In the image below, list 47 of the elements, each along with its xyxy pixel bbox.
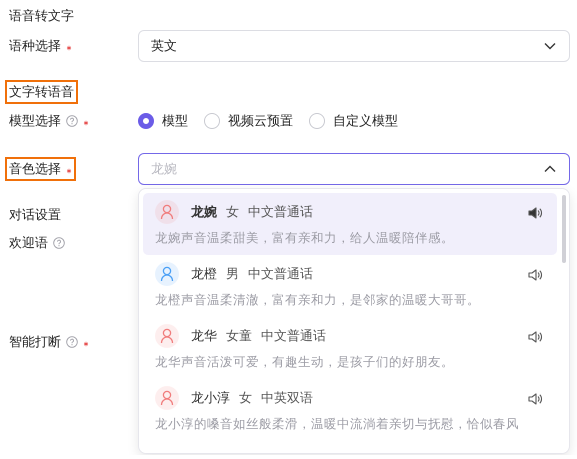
radio-option[interactable]: 视频云预置	[204, 112, 293, 130]
voice-gender: 女童	[226, 328, 252, 345]
speaker-icon[interactable]	[527, 205, 543, 221]
help-icon[interactable]	[53, 237, 65, 249]
field-label: 智能打断	[9, 334, 61, 351]
voice-language: 中文普通话	[248, 204, 313, 221]
voice-description: 龙华声音活泼可爱，有趣生动，是孩子们的好朋友。	[155, 354, 455, 371]
radio-circle[interactable]	[204, 113, 220, 129]
voice-option[interactable]: 龙华 女童 中文普通话 龙华声音活泼可爱，有趣生动，是孩子们的好朋友。	[143, 317, 557, 379]
section-heading: 文字转语音	[5, 80, 78, 104]
voice-name: 龙小淳	[191, 390, 230, 407]
select-field[interactable]: 英文	[138, 30, 570, 62]
required-asterisk-icon	[83, 340, 89, 346]
voice-gender: 女	[226, 204, 239, 221]
voice-option[interactable]: 龙婉 女 中文普通话 龙婉声音温柔甜美，富有亲和力，给人温暖陪伴感。	[143, 193, 557, 255]
voice-language: 中文普通话	[248, 266, 313, 283]
speaker-icon[interactable]	[527, 267, 543, 283]
radio-option[interactable]: 模型	[138, 112, 188, 130]
field-label: 音色选择	[9, 161, 61, 178]
radio-circle[interactable]	[309, 113, 325, 129]
field-label: 语种选择	[9, 38, 61, 55]
voice-name: 龙华	[191, 328, 217, 345]
field-label: 模型选择	[9, 113, 61, 130]
voice-description: 龙小淳的嗓音如丝般柔滑，温暖中流淌着亲切与抚慰，恰似春风	[155, 416, 520, 433]
radio-option[interactable]: 自定义模型	[309, 112, 398, 130]
voice-language: 中英双语	[261, 390, 313, 407]
speaker-icon[interactable]	[527, 329, 543, 345]
required-asterisk-icon	[66, 44, 72, 50]
voice-name: 龙婉	[191, 204, 217, 221]
scrollbar-thumb[interactable]	[562, 195, 566, 263]
required-asterisk-icon	[66, 168, 72, 174]
voice-language: 中文普通话	[261, 328, 326, 345]
voice-description: 龙婉声音温柔甜美，富有亲和力，给人温暖陪伴感。	[155, 230, 455, 247]
voice-name: 龙橙	[191, 266, 217, 283]
field-label: 欢迎语	[9, 235, 48, 252]
speaker-icon[interactable]	[527, 391, 543, 407]
section-heading: 语音转文字	[8, 8, 75, 26]
voice-gender: 女	[239, 390, 252, 407]
voice-gender: 男	[226, 266, 239, 283]
radio-circle[interactable]	[138, 113, 154, 129]
section-heading: 对话设置	[8, 207, 62, 225]
voice-option[interactable]: 龙橙 男 中文普通话 龙橙声音温柔清澈，富有亲和力，是邻家的温暖大哥哥。	[143, 255, 557, 317]
voice-description: 龙橙声音温柔清澈，富有亲和力，是邻家的温暖大哥哥。	[155, 292, 481, 309]
voice-option[interactable]: 龙小淳 女 中英双语 龙小淳的嗓音如丝般柔滑，温暖中流淌着亲切与抚慰，恰似春风	[143, 379, 557, 441]
help-icon[interactable]	[66, 115, 78, 127]
help-icon[interactable]	[66, 336, 78, 348]
required-asterisk-icon	[83, 120, 89, 126]
